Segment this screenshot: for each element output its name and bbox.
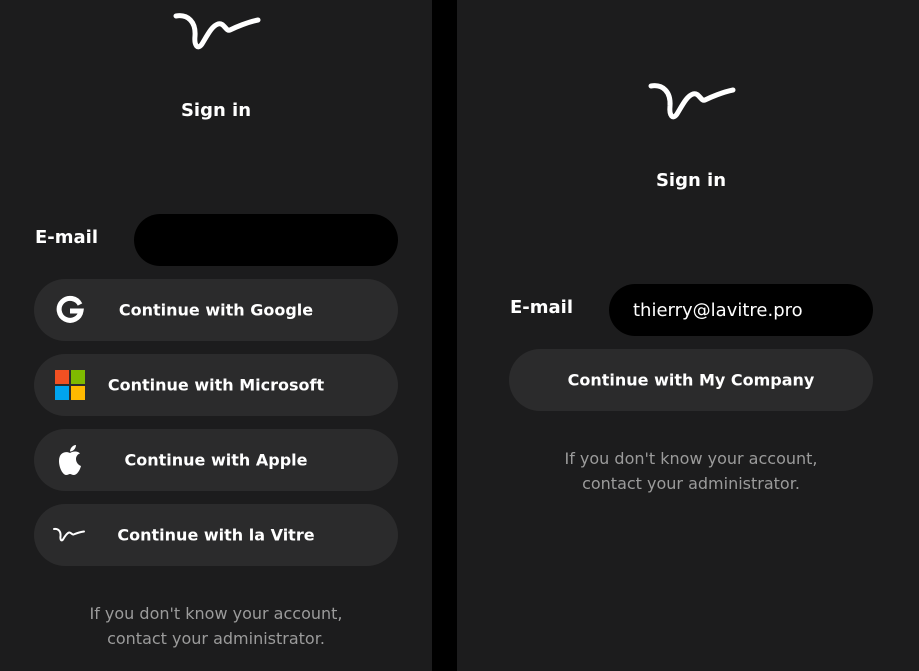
continue-with-google-button[interactable]: Continue with Google [34, 279, 398, 341]
help-text: If you don't know your account, contact … [66, 601, 366, 651]
continue-with-microsoft-label: Continue with Microsoft [107, 375, 325, 395]
sign-in-panel-company: Sign in E-mail Continue with My Company … [457, 0, 919, 671]
email-field[interactable] [134, 214, 398, 266]
la-vitre-logo-icon [645, 76, 741, 126]
continue-with-my-company-button[interactable]: Continue with My Company [509, 349, 873, 411]
help-text-line-1: If you don't know your account, [89, 604, 343, 623]
la-vitre-logo-icon [170, 6, 266, 56]
help-text-line-2: contact your administrator. [582, 474, 800, 493]
help-text-line-2: contact your administrator. [107, 629, 325, 648]
email-field[interactable] [609, 284, 873, 336]
page-title: Sign in [655, 170, 727, 191]
continue-with-my-company-label: Continue with My Company [567, 370, 815, 390]
page-title: Sign in [180, 100, 252, 121]
continue-with-la-vitre-label: Continue with la Vitre [117, 525, 315, 545]
help-text: If you don't know your account, contact … [541, 446, 841, 496]
continue-with-microsoft-button[interactable]: Continue with Microsoft [34, 354, 398, 416]
continue-with-google-label: Continue with Google [118, 300, 314, 320]
continue-with-apple-button[interactable]: Continue with Apple [34, 429, 398, 491]
continue-with-apple-label: Continue with Apple [124, 450, 308, 470]
continue-with-la-vitre-button[interactable]: Continue with la Vitre [34, 504, 398, 566]
sign-in-panel-providers: Sign in E-mail Continue with Google Cont… [0, 0, 432, 671]
help-text-line-1: If you don't know your account, [564, 449, 818, 468]
email-label: E-mail [35, 227, 99, 248]
email-label: E-mail [510, 297, 574, 318]
